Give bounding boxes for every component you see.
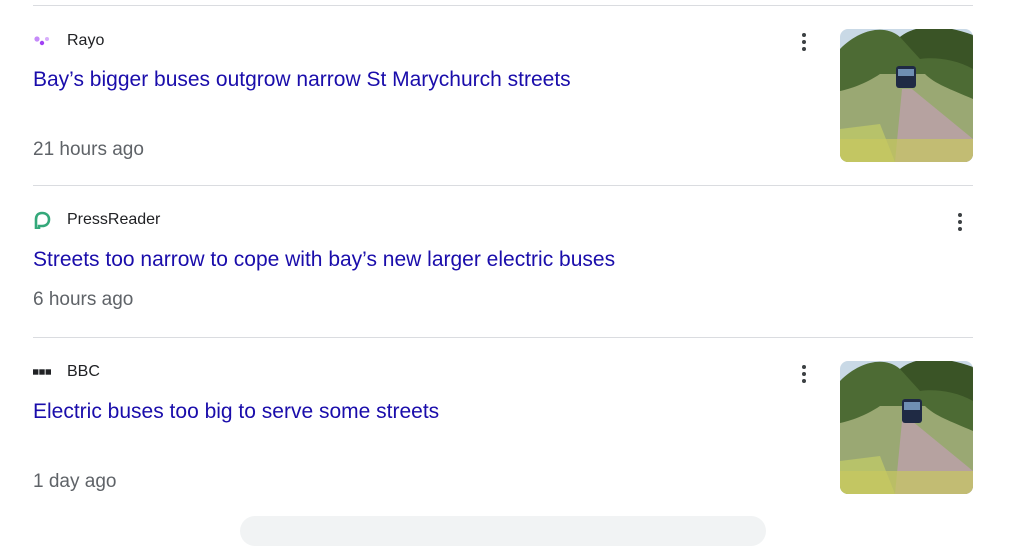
source-row: Rayo (33, 32, 104, 50)
article-thumbnail[interactable] (840, 361, 973, 494)
more-options-button[interactable] (792, 362, 816, 386)
more-vert-icon (802, 33, 806, 51)
bbc-logo-icon (33, 363, 51, 381)
source-row: PressReader (33, 211, 160, 229)
news-card[interactable]: PressReader Streets too narrow to cope w… (33, 186, 973, 336)
more-options-button[interactable] (792, 30, 816, 54)
article-headline-link[interactable]: Bay’s bigger buses outgrow narrow St Mar… (33, 68, 571, 92)
news-card[interactable]: Rayo Bay’s bigger buses outgrow narrow S… (33, 6, 973, 185)
article-timestamp: 21 hours ago (33, 139, 144, 160)
source-name: PressReader (67, 211, 161, 228)
more-vert-icon (802, 365, 806, 383)
more-vert-icon (958, 213, 962, 231)
article-timestamp: 6 hours ago (33, 289, 134, 310)
article-headline-link[interactable]: Streets too narrow to cope with bay’s ne… (33, 248, 615, 272)
news-card[interactable]: BBC Electric buses too big to serve some… (33, 338, 973, 518)
source-row: BBC (33, 363, 100, 381)
rayo-logo-icon (33, 32, 51, 50)
pressreader-logo-icon (33, 211, 51, 229)
source-name: Rayo (67, 32, 105, 49)
more-options-button[interactable] (948, 210, 972, 234)
article-timestamp: 1 day ago (33, 471, 117, 492)
article-thumbnail[interactable] (840, 29, 973, 162)
source-name: BBC (67, 363, 100, 380)
more-news-button[interactable] (240, 516, 766, 546)
article-headline-link[interactable]: Electric buses too big to serve some str… (33, 400, 439, 424)
